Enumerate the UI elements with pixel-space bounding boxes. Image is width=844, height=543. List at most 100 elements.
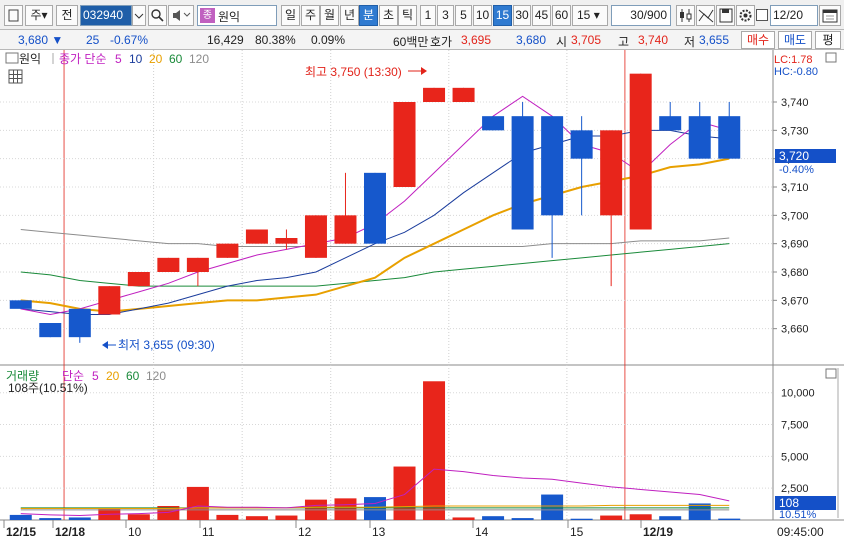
count-input[interactable]: 30/900 bbox=[611, 5, 671, 26]
volume-bar[interactable] bbox=[127, 514, 150, 520]
candle-body[interactable] bbox=[39, 323, 62, 338]
candle-body[interactable] bbox=[304, 215, 327, 258]
vma-period-20: 20 bbox=[106, 369, 120, 383]
interval-button-1[interactable]: 1 bbox=[420, 5, 436, 26]
candle-body[interactable] bbox=[423, 87, 446, 102]
period-tab-6[interactable]: 틱 bbox=[398, 5, 417, 26]
volume-bar[interactable] bbox=[511, 518, 534, 520]
candle-body[interactable] bbox=[629, 73, 652, 230]
eval-button[interactable]: 평 bbox=[815, 31, 841, 49]
volume-bar[interactable] bbox=[688, 503, 711, 520]
date-input[interactable]: 12/20 bbox=[770, 5, 818, 26]
candle-body[interactable] bbox=[718, 116, 741, 159]
ma-period-5: 5 bbox=[115, 52, 122, 66]
interval-select[interactable]: 15 ▾ bbox=[572, 5, 608, 26]
volume-bar[interactable] bbox=[186, 486, 209, 520]
candle-body[interactable] bbox=[334, 215, 357, 244]
volume-bar[interactable] bbox=[600, 515, 623, 520]
ma-period-60: 60 bbox=[169, 52, 183, 66]
candle-body[interactable] bbox=[216, 243, 239, 258]
volume-bar[interactable] bbox=[482, 516, 505, 520]
gear-icon[interactable] bbox=[736, 5, 755, 26]
price-tick-label: 3,730 bbox=[781, 125, 809, 137]
candle-body[interactable] bbox=[157, 257, 180, 272]
period-tab-1[interactable]: 주 bbox=[301, 5, 320, 26]
ma-title: 종가 단순 bbox=[59, 52, 107, 66]
price-panel-maximize-icon[interactable] bbox=[825, 52, 837, 63]
buy-button[interactable]: 매수 bbox=[741, 31, 775, 49]
save-icon[interactable] bbox=[716, 5, 735, 26]
volume-bar[interactable] bbox=[718, 518, 741, 520]
volume-panel-maximize-icon[interactable] bbox=[825, 368, 837, 379]
change-pct: -0.67% bbox=[110, 33, 149, 47]
period-tab-3[interactable]: 년 bbox=[340, 5, 359, 26]
grid-toggle-icon[interactable] bbox=[8, 69, 23, 84]
chart-area[interactable]: 3,740 3,730 3,720 3,710 3,700 3,690 3,680 3,670… bbox=[0, 50, 844, 543]
period-tab-2[interactable]: 월 bbox=[320, 5, 339, 26]
candle-body[interactable] bbox=[600, 130, 623, 216]
candle-body[interactable] bbox=[511, 116, 534, 230]
code-dropdown-icon[interactable] bbox=[132, 5, 146, 26]
interval-select-value: 15 bbox=[577, 8, 591, 22]
prev-button[interactable]: 전 bbox=[56, 5, 78, 26]
speaker-icon[interactable] bbox=[168, 5, 194, 26]
interval-button-45[interactable]: 45 bbox=[532, 5, 551, 26]
candle-icon[interactable] bbox=[676, 5, 695, 26]
candle-body[interactable] bbox=[452, 87, 475, 102]
search-icon[interactable] bbox=[148, 5, 167, 26]
interval-button-60[interactable]: 60 bbox=[552, 5, 571, 26]
candle-body[interactable] bbox=[68, 308, 91, 338]
volume-bar[interactable] bbox=[68, 517, 91, 520]
high-label: 고 bbox=[618, 35, 630, 49]
volume-tick-label: 2,500 bbox=[781, 483, 809, 495]
volume-bar[interactable] bbox=[334, 498, 357, 520]
volume-bar[interactable] bbox=[423, 381, 446, 520]
period-tab-5[interactable]: 초 bbox=[379, 5, 398, 26]
period-tab-4[interactable]: 분 bbox=[359, 5, 378, 26]
time-label: 09:45:00 bbox=[777, 525, 824, 539]
volume-bar[interactable] bbox=[629, 514, 652, 520]
candle-body[interactable] bbox=[364, 172, 386, 244]
volume-bar[interactable] bbox=[245, 516, 268, 520]
candle-body[interactable] bbox=[186, 257, 209, 272]
volume-bar[interactable] bbox=[659, 516, 682, 520]
interval-button-15[interactable]: 15 bbox=[493, 5, 512, 26]
volume-bar[interactable] bbox=[275, 515, 298, 520]
candle-body[interactable] bbox=[570, 130, 593, 159]
volume-bar[interactable] bbox=[9, 514, 32, 520]
line-tool-icon[interactable] bbox=[696, 5, 715, 26]
interval-button-10[interactable]: 10 bbox=[473, 5, 492, 26]
price-panel-name: 원익 bbox=[19, 52, 41, 66]
volume-bar[interactable] bbox=[541, 494, 564, 520]
volume-bar[interactable] bbox=[364, 497, 386, 520]
layout-icon[interactable] bbox=[4, 5, 23, 26]
period-tab-0[interactable]: 일 bbox=[281, 5, 300, 26]
candle-body[interactable] bbox=[245, 229, 268, 244]
candle-body[interactable] bbox=[127, 272, 150, 287]
candle-body[interactable] bbox=[9, 300, 32, 309]
volume-bar[interactable] bbox=[393, 466, 416, 520]
date-checkbox[interactable] bbox=[756, 9, 768, 21]
sell-button[interactable]: 매도 bbox=[778, 31, 812, 49]
interval-button-30[interactable]: 30 bbox=[513, 5, 531, 26]
candle-body[interactable] bbox=[482, 116, 505, 131]
stock-name-field[interactable]: 종 원익 bbox=[197, 5, 277, 26]
candle-body[interactable] bbox=[393, 102, 416, 187]
calendar-icon[interactable] bbox=[819, 5, 841, 26]
interval-button-3[interactable]: 3 bbox=[437, 5, 454, 26]
candle-body[interactable] bbox=[541, 116, 564, 216]
interval-button-5[interactable]: 5 bbox=[455, 5, 472, 26]
low-value: 3,655 bbox=[699, 33, 730, 47]
volume-bar[interactable] bbox=[570, 518, 593, 520]
candle-body[interactable] bbox=[98, 286, 121, 315]
candle-body[interactable] bbox=[275, 238, 298, 244]
market-type-select[interactable]: 주▾ bbox=[25, 5, 53, 26]
volume-bar[interactable] bbox=[452, 517, 475, 520]
stock-tag-badge: 종 bbox=[200, 8, 215, 23]
stock-code-input[interactable]: 032940 bbox=[80, 5, 132, 26]
volume-bar[interactable] bbox=[39, 518, 62, 520]
candle-body[interactable] bbox=[659, 116, 682, 131]
x-tick-label: 15 bbox=[570, 525, 584, 539]
candle-body[interactable] bbox=[688, 116, 711, 159]
volume-bar[interactable] bbox=[216, 514, 239, 520]
